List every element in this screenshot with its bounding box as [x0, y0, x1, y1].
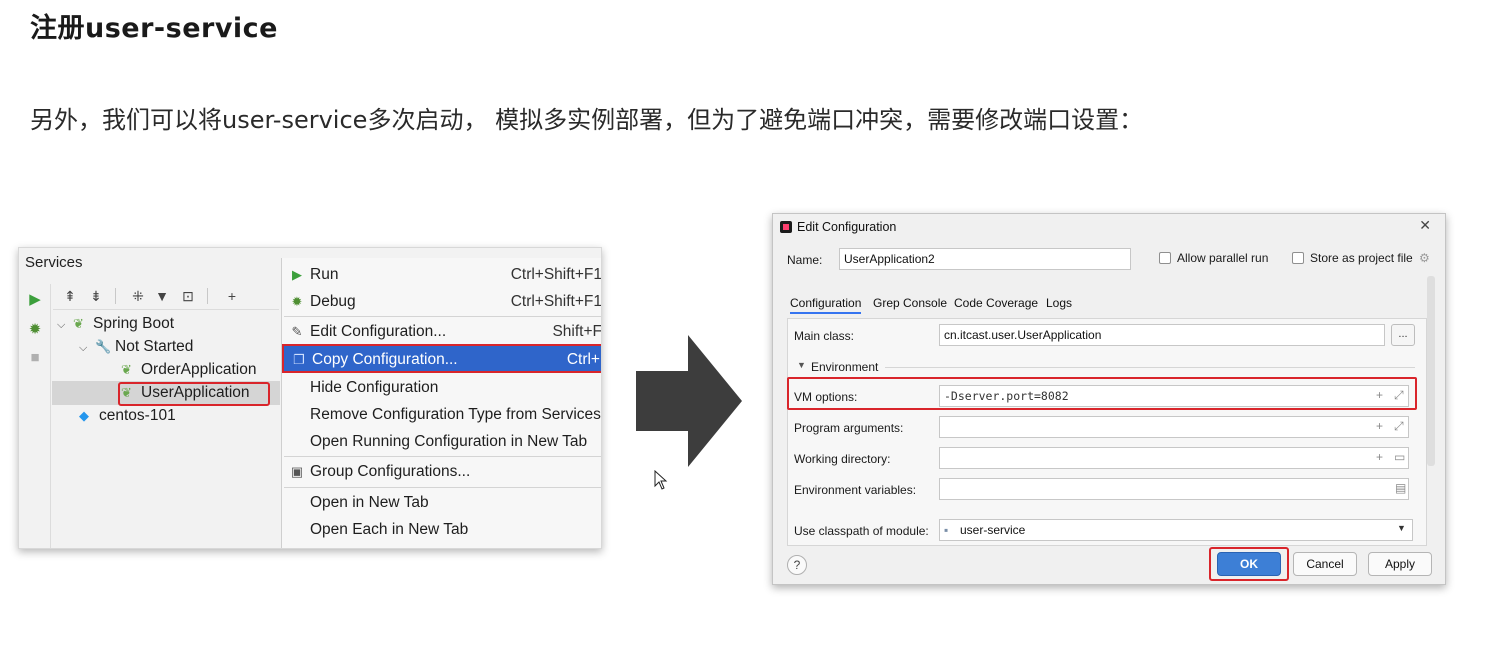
close-icon[interactable]: ✕ [1419, 217, 1431, 234]
tree-order-application[interactable]: ❦ OrderApplication [121, 359, 256, 381]
intellij-logo-icon [780, 221, 792, 233]
menu-open-in-new-tab[interactable]: Open in New Tab [282, 489, 601, 516]
right-arrow-icon [636, 335, 742, 467]
page-title: 注册user-service [30, 13, 278, 44]
chevron-down-icon[interactable]: ▼ [797, 360, 806, 370]
folder-icon[interactable]: ▭ [1394, 450, 1405, 464]
menu-open-running-configuration[interactable]: Open Running Configuration in New Tab [282, 428, 601, 455]
services-panel: Services ▶ ✹ ■ ⇞ ⇟ ⁜ ▼ ⊡ + ⌵ ❦ Spring Boot… [18, 247, 602, 549]
group-by-icon[interactable]: ⁜ [129, 287, 147, 305]
menu-debug[interactable]: ✹ Debug Ctrl+Shift+F1 [282, 288, 601, 315]
name-field[interactable]: UserApplication2 [839, 248, 1131, 270]
wrench-icon: 🔧 [95, 339, 112, 354]
intro-text: 另外，我们可以将user-service多次启动， 模拟多实例部署，但为了避免端… [30, 106, 1144, 134]
cancel-button[interactable]: Cancel [1293, 552, 1357, 576]
menu-hide-configuration[interactable]: Hide Configuration [282, 374, 601, 401]
name-label: Name: [787, 253, 823, 267]
docker-icon: ◆ [79, 408, 89, 423]
ok-highlight [1209, 547, 1289, 581]
spring-app-icon: ❦ [121, 362, 132, 377]
menu-open-each-in-new-tab[interactable]: Open Each in New Tab [282, 516, 601, 543]
copy-icon: ❐ [293, 352, 305, 367]
chevron-down-icon: ⌵ [79, 342, 88, 354]
add-icon[interactable]: + [1376, 450, 1383, 464]
menu-edit-configuration[interactable]: ✎ Edit Configuration... Shift+F [282, 318, 601, 345]
main-class-label: Main class: [794, 329, 855, 343]
menu-copy-configuration[interactable]: ❐ Copy Configuration... Ctrl+ [282, 344, 601, 373]
module-icon: ▪ [944, 523, 949, 537]
tab-grep-console[interactable]: Grep Console [873, 296, 947, 310]
add-icon[interactable]: + [1376, 419, 1383, 433]
gear-icon[interactable]: ⚙ [1419, 251, 1430, 265]
apply-button[interactable]: Apply [1368, 552, 1432, 576]
context-menu: ▶ Run Ctrl+Shift+F1 ✹ Debug Ctrl+Shift+F… [281, 258, 601, 548]
environment-variables-label: Environment variables: [794, 483, 917, 497]
allow-parallel-label: Allow parallel run [1177, 251, 1269, 265]
classpath-select[interactable]: user-service [939, 519, 1413, 541]
help-button[interactable]: ? [787, 555, 807, 575]
user-application-highlight [118, 382, 270, 406]
stop-icon[interactable]: ■ [27, 350, 43, 366]
tree-centos[interactable]: ◆ centos-101 [79, 405, 176, 427]
environment-variables-field[interactable] [939, 478, 1409, 500]
expand-icon[interactable]: ⤢ [1394, 419, 1404, 434]
tab-logs[interactable]: Logs [1046, 296, 1072, 310]
classpath-label: Use classpath of module: [794, 524, 929, 538]
pencil-icon: ✎ [291, 324, 303, 339]
debug-icon: ✹ [291, 294, 303, 309]
run-icon[interactable]: ▶ [27, 292, 43, 308]
chevron-down-icon[interactable]: ▼ [1397, 523, 1406, 533]
filter-icon[interactable]: ▼ [153, 287, 171, 305]
menu-group-configurations[interactable]: ▣ Group Configurations... [282, 458, 601, 485]
main-class-field[interactable]: cn.itcast.user.UserApplication [939, 324, 1385, 346]
expand-all-icon[interactable]: ⇞ [61, 287, 79, 305]
store-project-label: Store as project file [1310, 251, 1413, 265]
allow-parallel-checkbox[interactable] [1159, 252, 1171, 264]
menu-run[interactable]: ▶ Run Ctrl+Shift+F1 [282, 261, 601, 288]
store-project-checkbox[interactable] [1292, 252, 1304, 264]
chevron-down-icon: ⌵ [57, 319, 66, 331]
edit-icon[interactable]: ▤ [1395, 481, 1406, 495]
tab-code-coverage[interactable]: Code Coverage [954, 296, 1038, 310]
add-icon[interactable]: + [223, 287, 241, 305]
program-arguments-label: Program arguments: [794, 421, 904, 435]
tab-configuration[interactable]: Configuration [790, 296, 862, 314]
dialog-title: Edit Configuration [797, 220, 897, 234]
services-toolbar: ⇞ ⇟ ⁜ ▼ ⊡ + [53, 284, 279, 310]
program-arguments-field[interactable] [939, 416, 1409, 438]
debug-icon[interactable]: ✹ [27, 322, 43, 338]
run-icon: ▶ [292, 267, 302, 282]
collapse-all-icon[interactable]: ⇟ [87, 287, 105, 305]
environment-divider [885, 367, 1415, 368]
new-tab-icon[interactable]: ⊡ [179, 287, 197, 305]
working-directory-label: Working directory: [794, 452, 891, 466]
group-icon: ▣ [290, 464, 304, 479]
environment-label[interactable]: Environment [811, 360, 878, 374]
menu-remove-configuration-type[interactable]: Remove Configuration Type from Services [282, 401, 601, 428]
edit-configuration-dialog: Edit Configuration ✕ Name: UserApplicati… [772, 213, 1446, 585]
services-side-toolbar: ▶ ✹ ■ [19, 284, 51, 548]
browse-button[interactable]: ... [1391, 324, 1415, 346]
tree-spring-boot[interactable]: ⌵ ❦ Spring Boot [57, 313, 174, 335]
working-directory-field[interactable] [939, 447, 1409, 469]
vm-options-highlight [787, 377, 1417, 410]
services-title: Services [25, 254, 83, 271]
mouse-cursor-icon [654, 470, 668, 490]
scrollbar[interactable] [1427, 276, 1435, 466]
tree-not-started[interactable]: ⌵ 🔧 Not Started [79, 336, 193, 358]
spring-boot-icon: ❦ [73, 316, 84, 331]
